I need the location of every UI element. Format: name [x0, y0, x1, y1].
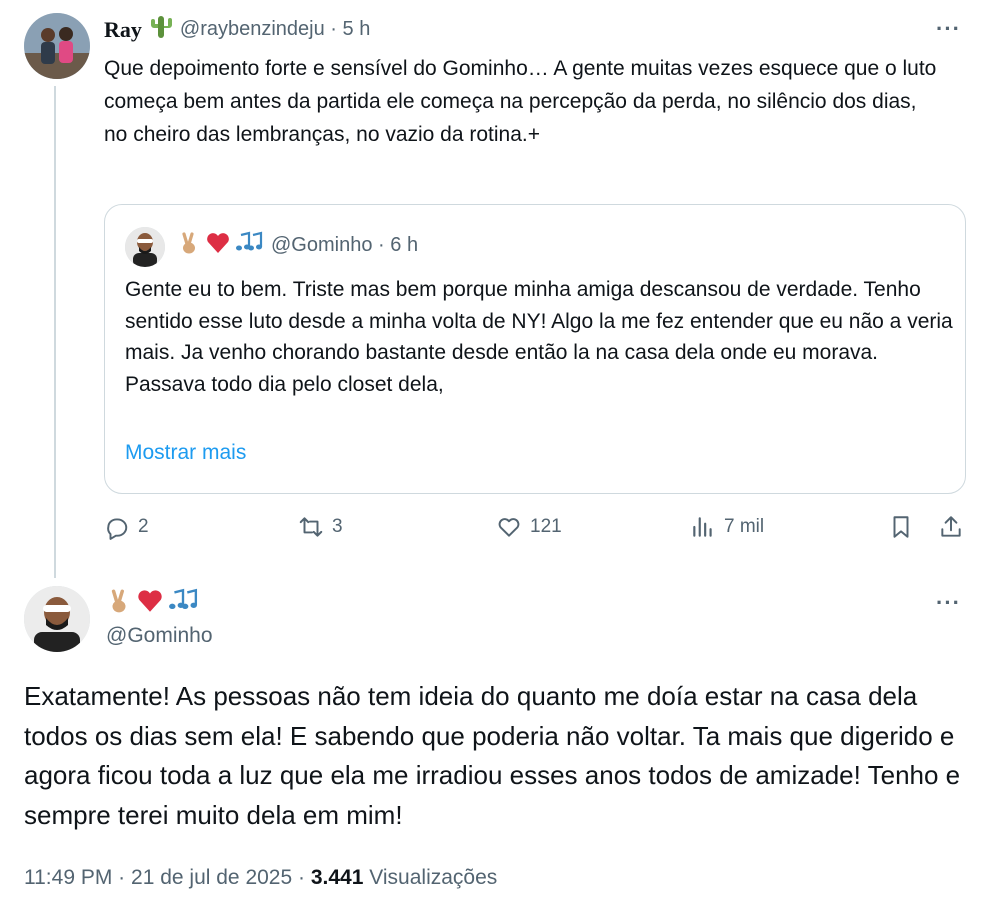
main-handle[interactable]: @Gominho	[106, 624, 213, 648]
main-tweet-text: Exatamente! As pessoas não tem ideia do …	[24, 681, 961, 830]
red-heart-emoji	[136, 588, 164, 619]
victory-hand-emoji	[106, 588, 132, 619]
cactus-emoji	[148, 14, 174, 45]
heart-icon	[498, 518, 520, 537]
tweet-date[interactable]: 21 de jul de 2025	[131, 866, 292, 889]
repost-count: 3	[332, 516, 343, 537]
share-icon	[941, 516, 961, 537]
musical-notes-emoji	[168, 588, 198, 619]
reply-icon	[107, 518, 128, 540]
thread-connector-line	[54, 86, 56, 578]
avatar-gominho-small[interactable]	[125, 227, 165, 267]
quoted-tweet-card[interactable]: @Gominho · 6 h Gente eu to bem. Triste m…	[104, 204, 966, 494]
show-more-link[interactable]: Mostrar mais	[125, 441, 246, 465]
share-button[interactable]	[938, 514, 964, 540]
tweet-time[interactable]: 5 h	[343, 18, 371, 40]
musical-notes-emoji	[235, 231, 263, 260]
repost-icon	[299, 517, 323, 537]
quote-time[interactable]: 6 h	[390, 234, 418, 256]
separator-dot: ·	[118, 866, 126, 889]
main-emoji-name	[106, 588, 198, 619]
views-chart-icon	[693, 517, 712, 537]
victory-hand-emoji	[177, 231, 201, 260]
more-options-icon[interactable]: ···	[936, 16, 961, 42]
quote-handle[interactable]: @Gominho	[271, 234, 372, 256]
reply-text: Que depoimento forte e sensível do Gomin…	[104, 57, 937, 146]
tweet-meta: 11:49 PM · 21 de jul de 2025 · 3.441 Vis…	[24, 866, 497, 890]
like-button[interactable]: 121	[496, 514, 562, 540]
views-total: 3.441	[310, 866, 364, 889]
bookmark-icon	[893, 516, 909, 538]
quote-text: Gente eu to bem. Triste mas bem porque m…	[125, 278, 953, 396]
separator-dot: ·	[378, 234, 385, 256]
views-label: Visualizações	[369, 866, 498, 889]
like-count: 121	[530, 516, 562, 537]
separator-dot: ·	[330, 18, 337, 40]
red-heart-emoji	[205, 231, 231, 260]
views-button[interactable]: 7 mil	[690, 514, 764, 540]
author-name[interactable]: Ray	[104, 17, 142, 43]
author-handle[interactable]: @raybenzindeju	[180, 18, 325, 40]
separator-dot: ·	[298, 866, 305, 889]
more-options-icon[interactable]: ···	[936, 590, 961, 616]
reply-button[interactable]: 2	[104, 514, 149, 540]
tweet-timestamp[interactable]: 11:49 PM	[24, 866, 112, 889]
avatar-ray[interactable]	[24, 13, 90, 79]
repost-button[interactable]: 3	[298, 514, 343, 540]
reply-count: 2	[138, 516, 149, 537]
avatar-gominho[interactable]	[24, 586, 90, 652]
views-count: 7 mil	[724, 516, 765, 537]
reply-header: Ray @raybenzindeju · 5 h	[104, 14, 370, 45]
bookmark-button[interactable]	[888, 514, 914, 540]
quote-header: @Gominho · 6 h	[177, 231, 418, 260]
